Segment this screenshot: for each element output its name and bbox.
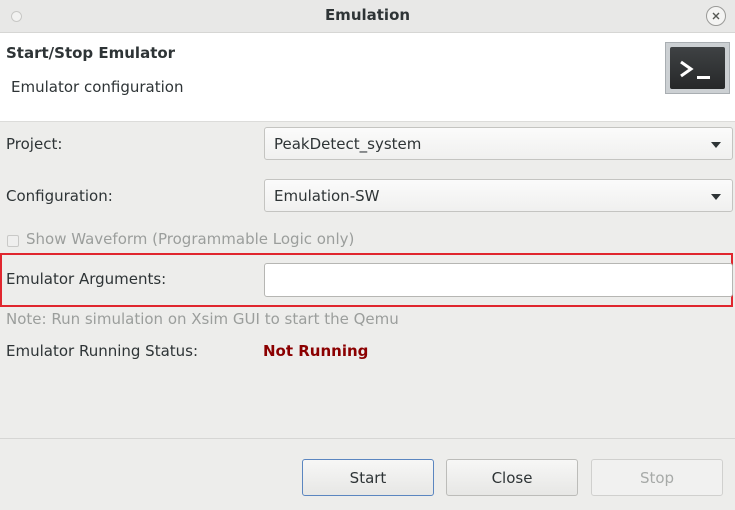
configuration-dropdown-value: Emulation-SW (274, 187, 380, 205)
note-text: Note: Run simulation on Xsim GUI to star… (6, 310, 399, 328)
title-bar: Emulation (0, 0, 735, 33)
stop-button[interactable]: Stop (591, 459, 723, 496)
status-value: Not Running (263, 342, 369, 360)
dialog-title: Start/Stop Emulator (6, 44, 176, 62)
configuration-dropdown[interactable]: Emulation-SW (264, 179, 733, 212)
close-button[interactable]: Close (446, 459, 578, 496)
project-dropdown[interactable]: PeakDetect_system (264, 127, 733, 160)
dialog-subtitle: Emulator configuration (11, 78, 184, 96)
close-icon (712, 12, 720, 20)
project-dropdown-value: PeakDetect_system (274, 135, 422, 153)
project-label: Project: (6, 135, 63, 153)
chevron-down-icon (711, 142, 721, 148)
start-button[interactable]: Start (302, 459, 434, 496)
emulator-arguments-input[interactable] (264, 263, 733, 297)
show-waveform-label: Show Waveform (Programmable Logic only) (26, 230, 355, 248)
window-title: Emulation (324, 6, 411, 24)
close-window-button[interactable] (706, 6, 726, 26)
status-label: Emulator Running Status: (6, 342, 199, 360)
divider (0, 438, 735, 439)
emulator-arguments-label: Emulator Arguments: (6, 270, 167, 288)
terminal-icon (665, 42, 730, 94)
dialog-header: Start/Stop Emulator Emulator configurati… (0, 33, 735, 122)
show-waveform-checkbox[interactable] (7, 235, 19, 247)
chevron-down-icon (711, 194, 721, 200)
configuration-label: Configuration: (6, 187, 113, 205)
